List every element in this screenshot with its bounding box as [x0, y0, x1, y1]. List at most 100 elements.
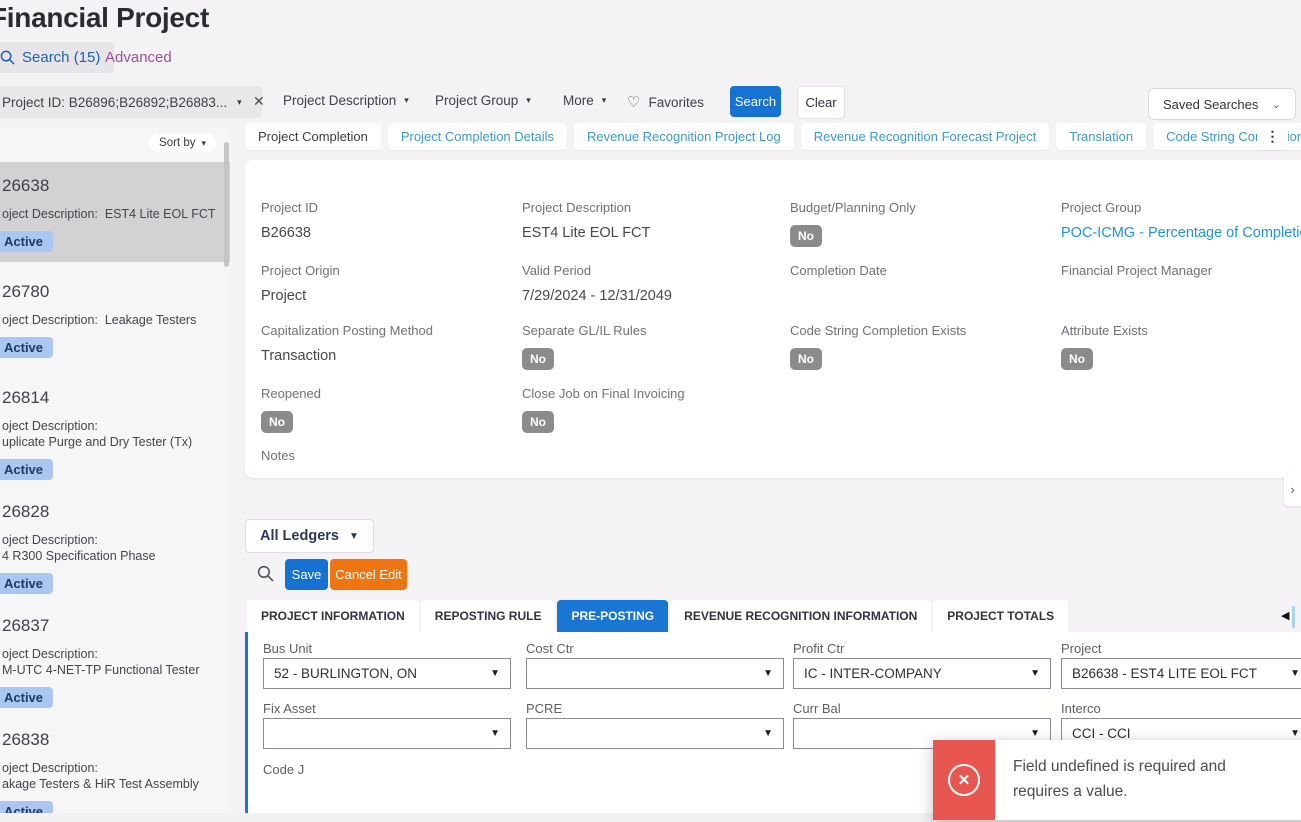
project-value: B26638 - EST4 LITE EOL FCT — [1072, 666, 1257, 681]
profit-ctr-select[interactable]: IC - INTER-COMPANY ▼ — [793, 658, 1051, 689]
panel-edge-indicator — [1292, 606, 1295, 628]
pcre-select[interactable]: ▼ — [526, 718, 784, 749]
list-item-project-26814[interactable]: 26814 oject Description: uplicate Purge a… — [0, 374, 230, 482]
tab-project-completion[interactable]: Project Completion — [245, 123, 381, 150]
tab-reposting-rule[interactable]: REPOSTING RULE — [420, 600, 556, 632]
cost-ctr-label: Cost Ctr — [526, 641, 574, 656]
list-item-project-26837[interactable]: 26837 oject Description: M-UTC 4-NET-TP F… — [0, 602, 230, 710]
cost-ctr-select[interactable]: ▼ — [526, 658, 784, 689]
project-description-text: oject Description: M-UTC 4-NET-TP Functio… — [2, 647, 200, 677]
chevron-right-icon: › — [1290, 481, 1295, 497]
project-id-filter-pill[interactable]: Project ID: B26896;B26892;B26883... ▾ — [0, 86, 262, 118]
sort-by-dropdown[interactable]: Sort by ▾ — [149, 134, 216, 152]
bus-unit-label: Bus Unit — [263, 641, 313, 656]
no-badge: No — [522, 411, 554, 433]
curr-bal-label: Curr Bal — [793, 701, 841, 716]
chevron-down-icon: ▾ — [237, 96, 242, 107]
no-badge: No — [261, 411, 293, 433]
pcre-label: PCRE — [526, 701, 563, 716]
chevron-down-icon: ▾ — [526, 95, 531, 105]
field-budget-planning-only: Budget/Planning Only No — [790, 200, 1061, 247]
status-badge: Active — [0, 337, 54, 358]
chevron-down-icon: ▾ — [601, 95, 607, 105]
tab-revenue-recognition-forecast-project[interactable]: Revenue Recognition Forecast Project — [800, 123, 1050, 150]
project-select[interactable]: B26638 - EST4 LITE EOL FCT ▼ — [1061, 658, 1301, 689]
field-valid-period: Valid Period 7/29/2024 - 12/31/2049 — [522, 263, 672, 304]
error-toast[interactable]: ✕ Field undefined is required and requir… — [933, 740, 1301, 820]
document-tab-bar: Project Completion Project Completion De… — [245, 123, 1301, 150]
results-sidebar: Sort by ▾ 26638 oject Description: EST4 … — [0, 128, 230, 822]
no-badge: No — [1061, 348, 1093, 370]
grid-search-button[interactable] — [257, 565, 274, 587]
list-item-project-26838[interactable]: 26838 oject Description: akage Testers & … — [0, 716, 230, 822]
field-project-id: Project ID B26638 — [261, 200, 319, 241]
no-badge: No — [790, 348, 822, 370]
sub-tab-bar: PROJECT INFORMATION REPOSTING RULE PRE-P… — [247, 600, 1069, 632]
tab-project-completion-details[interactable]: Project Completion Details — [387, 123, 568, 150]
project-description-text: oject Description: Leakage Testers — [2, 313, 197, 327]
filter-project-group[interactable]: Project Group ▾ — [435, 93, 531, 108]
fix-asset-label: Fix Asset — [263, 701, 316, 716]
list-item-project-26780[interactable]: 26780 oject Description: Leakage Testers… — [0, 268, 230, 364]
profit-ctr-label: Profit Ctr — [793, 641, 845, 656]
tab-project-totals[interactable]: PROJECT TOTALS — [933, 600, 1069, 632]
chevron-down-icon: ▼ — [1030, 668, 1040, 679]
project-group-link[interactable]: POC-ICMG - Percentage of Completion IC D — [1061, 225, 1301, 241]
favorites-label: Favorites — [648, 94, 704, 110]
chevron-down-icon: ▼ — [490, 728, 500, 739]
cancel-edit-button[interactable]: Cancel Edit — [330, 559, 407, 590]
page-title: Financial Project — [0, 2, 209, 33]
search-tab-label: Search (15) — [22, 49, 101, 66]
code-j-label: Code J — [263, 762, 305, 777]
bus-unit-select[interactable]: 52 - BURLINGTON, ON ▼ — [263, 658, 511, 689]
more-tabs-menu-button[interactable]: ⋮ — [1257, 123, 1288, 150]
fix-asset-select[interactable]: ▼ — [263, 718, 511, 749]
project-id-text: 26780 — [2, 282, 50, 301]
filter-project-description-label: Project Description — [283, 93, 397, 108]
saved-searches-dropdown[interactable]: Saved Searches ⌄ — [1148, 88, 1296, 120]
field-project-description: Project Description EST4 Lite EOL FCT — [522, 200, 651, 241]
chevron-down-icon: ▾ — [201, 137, 206, 148]
clear-filter-icon[interactable]: ✕ — [253, 93, 265, 110]
status-badge: Active — [0, 687, 54, 708]
status-badge: Active — [0, 231, 54, 252]
project-description-text: oject Description: uplicate Purge and Dry… — [2, 419, 193, 449]
collapse-panel-icon[interactable]: ◀ — [1281, 609, 1289, 622]
field-project-origin: Project Origin Project — [261, 263, 340, 304]
clear-button[interactable]: Clear — [797, 86, 845, 119]
all-ledgers-dropdown[interactable]: All Ledgers ▼ — [245, 519, 374, 553]
error-icon-box: ✕ — [933, 740, 995, 820]
field-completion-date: Completion Date — [790, 263, 887, 278]
bus-unit-value: 52 - BURLINGTON, ON — [274, 666, 418, 681]
field-separate-gl-il-rules: Separate GL/IL Rules No — [522, 323, 790, 370]
financial-project-page: Financial Project Search (15) Advanced P… — [0, 0, 1301, 822]
filter-project-description[interactable]: Project Description ▾ — [283, 93, 409, 108]
search-icon — [257, 565, 274, 582]
favorites-button[interactable]: ♡ Favorites — [627, 93, 704, 111]
field-project-group: Project Group POC-ICMG - Percentage of C… — [1061, 200, 1301, 247]
tab-advanced[interactable]: Advanced — [105, 49, 172, 66]
tab-project-information[interactable]: PROJECT INFORMATION — [247, 600, 419, 632]
tab-revenue-recognition-information[interactable]: REVENUE RECOGNITION INFORMATION — [670, 600, 932, 632]
sidebar-scrollbar[interactable] — [224, 142, 229, 267]
save-button[interactable]: Save — [285, 559, 328, 590]
filter-more[interactable]: More ▾ — [563, 93, 606, 108]
list-item-project-26638[interactable]: 26638 oject Description: EST4 Lite EOL F… — [0, 162, 230, 262]
tab-translation[interactable]: Translation — [1056, 123, 1147, 150]
interco-label: Interco — [1061, 701, 1101, 716]
tab-revenue-recognition-project-log[interactable]: Revenue Recognition Project Log — [574, 123, 794, 150]
error-message: Field undefined is required and requires… — [1013, 758, 1226, 800]
field-reopened: Reopened No — [261, 386, 522, 433]
field-code-string-completion-exists: Code String Completion Exists No — [790, 323, 1061, 370]
tab-pre-posting[interactable]: PRE-POSTING — [557, 600, 669, 632]
project-id-filter-label: Project ID: B26896;B26892;B26883... — [2, 94, 228, 110]
circle-x-icon: ✕ — [948, 764, 980, 796]
search-button[interactable]: Search — [730, 86, 781, 117]
chevron-down-icon: ▼ — [490, 668, 500, 679]
sort-by-label: Sort by — [159, 137, 196, 149]
expand-panel-button[interactable]: › — [1284, 472, 1301, 506]
project-description-text: oject Description: EST4 Lite EOL FCT — [2, 207, 216, 221]
list-item-project-26828[interactable]: 26828 oject Description: 4 R300 Specifica… — [0, 488, 230, 596]
tab-search[interactable]: Search (15) — [0, 42, 115, 73]
profit-ctr-value: IC - INTER-COMPANY — [804, 666, 942, 681]
